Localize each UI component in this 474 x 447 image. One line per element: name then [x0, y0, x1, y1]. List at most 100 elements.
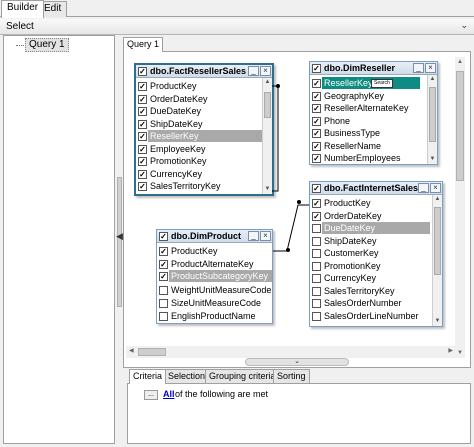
minimize-icon[interactable]: _ — [413, 63, 424, 73]
tab-query-1[interactable]: Query 1 — [123, 37, 163, 52]
scroll-thumb[interactable] — [264, 92, 271, 118]
table-scrollbar[interactable]: ▲ ▼ — [432, 195, 442, 326]
column-checkbox[interactable] — [312, 311, 321, 321]
column-checkbox[interactable]: ✓ — [312, 79, 321, 88]
column-checkbox[interactable]: ✓ — [159, 259, 168, 269]
tab-selection[interactable]: Selection — [164, 369, 210, 383]
tab-grouping-criteria[interactable]: Grouping criteria — [205, 369, 280, 383]
table-scrollbar[interactable]: ▲ ▼ — [262, 78, 272, 194]
column-checkbox[interactable]: ✓ — [312, 91, 321, 101]
column-checkbox[interactable] — [159, 312, 168, 321]
column-checkbox[interactable] — [312, 274, 321, 283]
column-checkbox[interactable]: ✓ — [312, 199, 321, 208]
column-name: CurrencyKey — [324, 273, 377, 283]
scroll-up-icon[interactable]: ▲ — [263, 78, 272, 87]
column-checkbox[interactable]: ✓ — [138, 132, 147, 141]
table-fact-internet-sales[interactable]: ✓ dbo.FactInternetSales _ × ✓ ProductKey … — [309, 181, 443, 327]
splitter-grip[interactable] — [117, 177, 122, 307]
collapse-down-handle[interactable]: ⌄ — [245, 358, 349, 366]
minimize-icon[interactable]: _ — [248, 231, 259, 241]
table-dim-reseller[interactable]: ✓ dbo.DimReseller _ × ✓ ResellerKey ✓ Geog… — [309, 61, 438, 165]
scroll-thumb[interactable] — [434, 207, 441, 275]
column-checkbox[interactable]: ✓ — [159, 272, 168, 281]
scroll-thumb[interactable] — [456, 71, 464, 181]
column-checkbox[interactable] — [312, 249, 321, 258]
tree-item-query-1[interactable]: Query 1 — [25, 38, 69, 52]
table-header[interactable]: ✓ dbo.DimReseller _ × — [310, 62, 437, 75]
criteria-all-link[interactable]: All — [163, 389, 175, 399]
column-checkbox[interactable]: ✓ — [159, 247, 168, 256]
scroll-down-icon[interactable]: ▼ — [455, 350, 465, 356]
scroll-right-icon[interactable]: ▶ — [448, 347, 453, 354]
criteria-options-button[interactable]: ... — [144, 390, 158, 400]
tab-builder[interactable]: Builder — [1, 0, 45, 18]
query-tree-panel: Query 1 — [3, 35, 115, 444]
close-icon[interactable]: × — [260, 66, 271, 76]
table-select-checkbox[interactable]: ✓ — [159, 232, 168, 241]
scroll-down-icon[interactable]: ▼ — [428, 155, 437, 164]
tab-criteria[interactable]: Criteria — [129, 369, 167, 384]
close-icon[interactable]: × — [260, 231, 271, 241]
scroll-up-icon[interactable]: ▲ — [433, 195, 442, 204]
column-checkbox[interactable]: ✓ — [312, 141, 321, 151]
table-dim-product[interactable]: ✓ dbo.DimProduct _ × ✓ ProductKey ✓ Produc… — [156, 229, 273, 324]
column-name: SalesTerritoryKey — [324, 285, 395, 296]
scroll-up-icon[interactable]: ▲ — [428, 75, 437, 84]
canvas-vertical-scrollbar[interactable]: ▲ ▼ — [455, 57, 465, 358]
table-header[interactable]: ✓ dbo.DimProduct _ × — [157, 230, 272, 243]
column-name: ProductSubcategoryKey — [169, 270, 272, 282]
column-name: Phone — [324, 115, 351, 126]
column-checkbox[interactable] — [312, 286, 321, 296]
table-scrollbar[interactable]: ▲ ▼ — [427, 75, 437, 164]
column-checkbox[interactable]: ✓ — [312, 211, 321, 221]
top-tab-strip: Builder Edit — [0, 0, 474, 18]
column-checkbox[interactable] — [312, 224, 321, 233]
close-icon[interactable]: × — [425, 63, 436, 73]
tree-connector — [16, 45, 24, 46]
column-checkbox[interactable] — [159, 299, 168, 308]
table-header[interactable]: ✓ dbo.FactResellerSales _ × — [136, 65, 272, 78]
column-checkbox[interactable]: ✓ — [138, 144, 147, 154]
table-select-checkbox[interactable]: ✓ — [312, 184, 321, 193]
scroll-down-icon[interactable]: ▼ — [263, 185, 272, 194]
minimize-icon[interactable]: _ — [418, 183, 429, 193]
table-select-checkbox[interactable]: ✓ — [138, 67, 147, 76]
canvas-horizontal-scrollbar[interactable]: ◀ ▶ — [126, 346, 456, 358]
column-name: ProductAlternateKey — [171, 258, 254, 269]
column-checkbox[interactable]: ✓ — [138, 157, 147, 166]
table-title: dbo.DimProduct — [171, 231, 241, 241]
column-checkbox[interactable] — [312, 261, 321, 271]
column-checkbox[interactable]: ✓ — [312, 116, 321, 126]
column-checkbox[interactable]: ✓ — [138, 119, 147, 129]
column-checkbox[interactable]: ✓ — [138, 94, 147, 104]
collapse-left-icon[interactable]: ◀ — [116, 231, 123, 242]
table-header[interactable]: ✓ dbo.FactInternetSales _ × — [310, 182, 442, 195]
scroll-up-icon[interactable]: ▲ — [455, 59, 465, 65]
table-fact-reseller-sales[interactable]: ✓ dbo.FactResellerSales _ × ✓ ProductKey … — [134, 63, 274, 196]
column-checkbox[interactable]: ✓ — [312, 104, 321, 113]
close-icon[interactable]: × — [430, 183, 441, 193]
column-checkbox[interactable]: ✓ — [138, 82, 147, 91]
column-checkbox[interactable] — [312, 236, 321, 246]
select-header-bar[interactable]: Select ⌄ — [0, 19, 474, 35]
minimize-icon[interactable]: _ — [248, 66, 259, 76]
table-select-checkbox[interactable]: ✓ — [312, 64, 321, 73]
column-checkbox[interactable] — [159, 286, 168, 295]
column-name: ResellerKey — [148, 130, 262, 142]
select-label: Select — [6, 21, 34, 32]
collapse-chevron-icon[interactable]: ⌄ — [460, 20, 468, 31]
column-checkbox[interactable]: ✓ — [312, 129, 321, 138]
column-name: EnglishProductName — [171, 311, 256, 321]
column-checkbox[interactable]: ✓ — [138, 107, 147, 116]
scroll-thumb[interactable] — [429, 87, 436, 142]
column-list: ✓ ProductKey ✓ OrderDateKey DueDateKey Shi… — [310, 195, 430, 326]
column-checkbox[interactable]: ✓ — [138, 182, 147, 191]
column-name: ProductKey — [171, 246, 218, 256]
column-checkbox[interactable]: ✓ — [138, 169, 147, 179]
tab-sorting[interactable]: Sorting — [273, 369, 310, 383]
scroll-left-icon[interactable]: ◀ — [129, 347, 134, 354]
scroll-thumb[interactable] — [138, 348, 166, 356]
scroll-down-icon[interactable]: ▼ — [433, 317, 442, 326]
column-checkbox[interactable]: ✓ — [312, 154, 321, 163]
column-checkbox[interactable] — [312, 299, 321, 308]
